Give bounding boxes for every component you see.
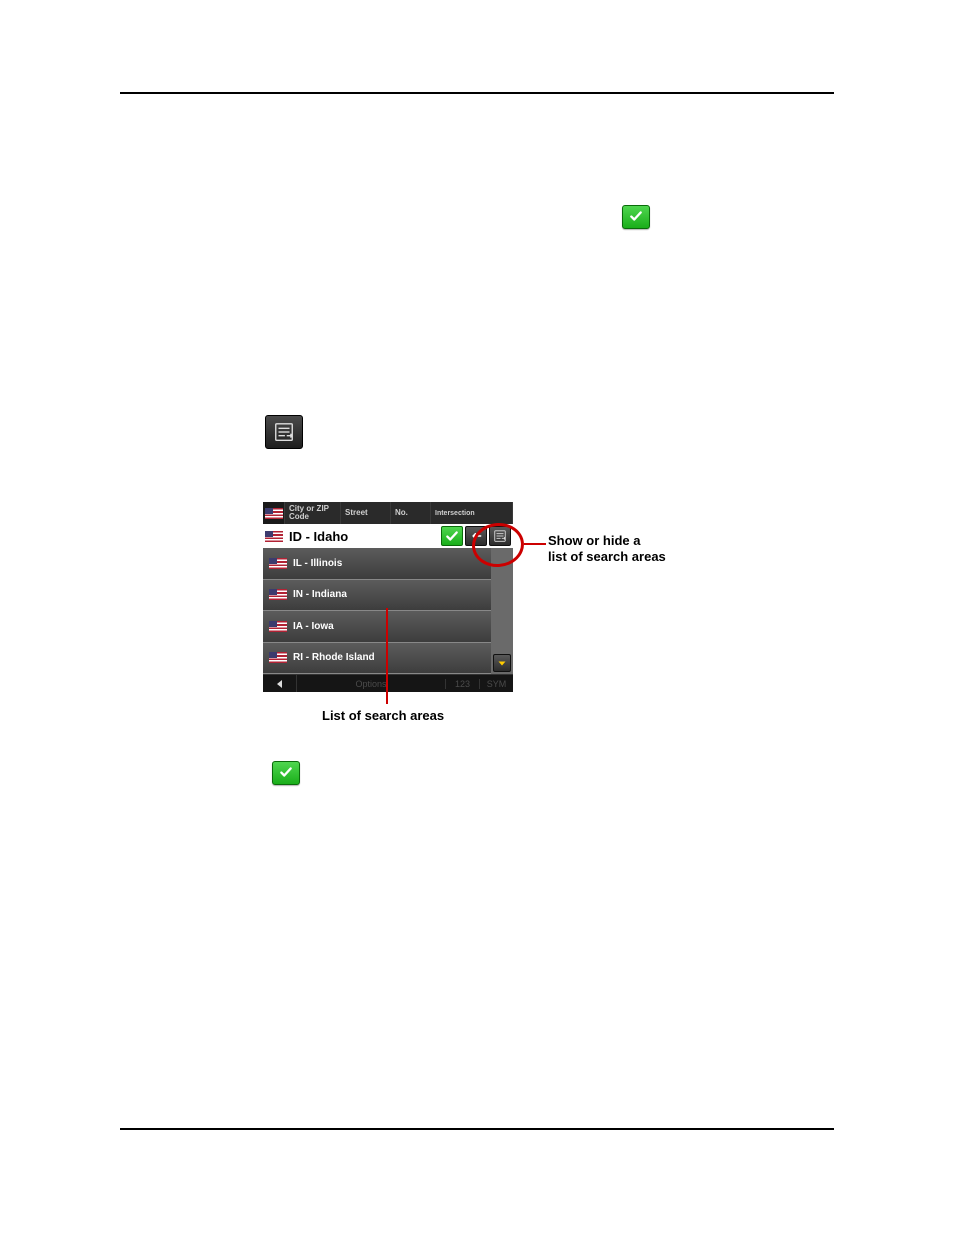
us-flag-icon xyxy=(269,558,287,569)
tab-street[interactable]: Street xyxy=(341,502,391,524)
check-icon xyxy=(622,205,650,229)
tab-intersection[interactable]: Intersection xyxy=(431,502,513,524)
list-item[interactable]: IA - Iowa xyxy=(263,611,491,643)
top-rule xyxy=(120,92,834,94)
tab-number[interactable]: No. xyxy=(391,502,431,524)
page: City or ZIP Code Street No. Intersection… xyxy=(0,0,954,1235)
confirm-button[interactable] xyxy=(441,526,463,546)
toggle-list-button[interactable] xyxy=(489,526,511,546)
back-button[interactable] xyxy=(263,675,297,692)
device-screenshot: City or ZIP Code Street No. Intersection… xyxy=(263,502,513,692)
list-item[interactable]: IN - Indiana xyxy=(263,580,491,612)
backspace-button[interactable] xyxy=(465,526,487,546)
callout-leader-bottom xyxy=(386,608,388,704)
us-flag-icon xyxy=(265,508,283,519)
search-areas-list: IL - Illinois IN - Indiana IA - Iowa RI … xyxy=(263,548,513,674)
bottom-bar: Options 123 SYM xyxy=(263,674,513,692)
callout-label-bottom: List of search areas xyxy=(322,708,444,723)
list-item-label: IL - Illinois xyxy=(293,558,342,569)
list-item[interactable]: IL - Illinois xyxy=(263,548,491,580)
scrollbar[interactable] xyxy=(491,548,513,674)
tab-strip: City or ZIP Code Street No. Intersection xyxy=(263,502,513,524)
us-flag-icon xyxy=(269,589,287,600)
bottom-rule xyxy=(120,1128,834,1130)
callout-leader-right xyxy=(524,543,546,545)
options-button[interactable]: Options xyxy=(297,679,445,689)
callout-label-right: Show or hide a list of search areas xyxy=(548,533,666,564)
us-flag-icon xyxy=(269,621,287,632)
list-icon xyxy=(265,415,303,449)
check-icon xyxy=(272,761,300,785)
list-item[interactable]: RI - Rhode Island xyxy=(263,643,491,675)
list-item-label: IN - Indiana xyxy=(293,589,347,600)
selected-search-area-label: ID - Idaho xyxy=(285,529,441,544)
us-flag-icon xyxy=(263,524,285,548)
keypad-123-button[interactable]: 123 xyxy=(445,679,479,689)
keypad-sym-button[interactable]: SYM xyxy=(479,679,513,689)
scroll-down-button[interactable] xyxy=(493,654,511,672)
selected-search-area-row: ID - Idaho xyxy=(263,524,513,548)
tab-city-zip[interactable]: City or ZIP Code xyxy=(285,502,341,524)
region-flag-tab[interactable] xyxy=(263,502,285,524)
list-item-label: IA - Iowa xyxy=(293,621,334,632)
list-item-label: RI - Rhode Island xyxy=(293,652,375,663)
us-flag-icon xyxy=(269,652,287,663)
